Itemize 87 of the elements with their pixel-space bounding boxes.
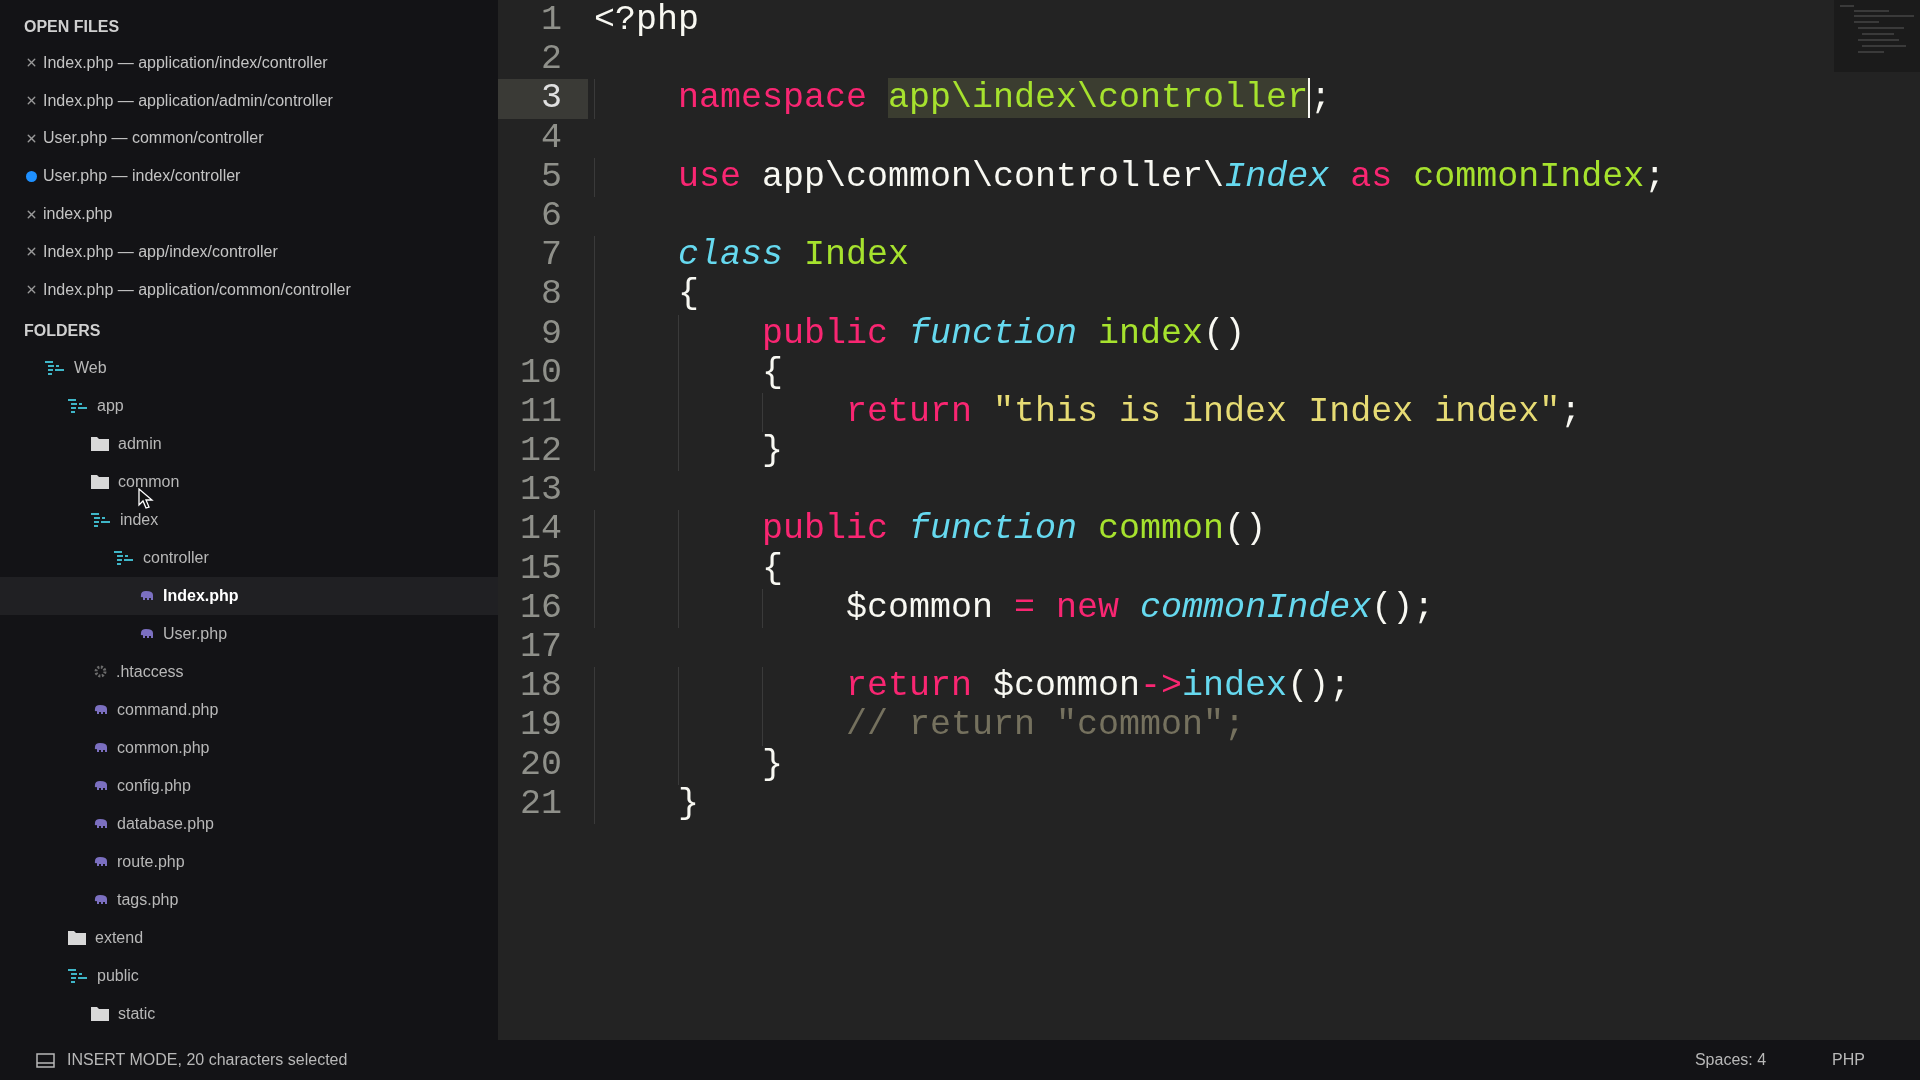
elephant-icon	[140, 590, 154, 601]
line-number: 5	[540, 157, 563, 197]
code-line: // return "common";	[845, 706, 1246, 746]
open-file-item[interactable]: Index.php — application/common/controller	[0, 270, 498, 309]
tree-item[interactable]: common.php	[0, 728, 498, 767]
elephant-icon	[94, 704, 108, 715]
code-line: {	[677, 275, 700, 315]
open-file-item[interactable]: index.php	[0, 195, 498, 233]
code-line: use app\common\controller\Index as commonIndex;	[677, 157, 1666, 197]
line-number: 2	[540, 40, 563, 80]
line-number: 10	[519, 353, 563, 393]
line-number: 1	[540, 1, 563, 41]
code-line: }	[761, 432, 784, 472]
tree-item[interactable]: config.php	[0, 766, 498, 805]
line-number: 21	[519, 784, 563, 824]
tree-item[interactable]: index	[0, 500, 498, 539]
code-line: <?php	[594, 1, 700, 41]
open-file-item[interactable]: Index.php — app/index/controller	[0, 233, 498, 271]
line-number: 6	[540, 196, 563, 237]
open-file-item[interactable]: Index.php — application/index/controller	[0, 44, 498, 82]
tree-item[interactable]: route.php	[0, 842, 498, 881]
line-number: 20	[519, 745, 563, 785]
tree-item[interactable]: .htaccess	[0, 652, 498, 691]
elephant-icon	[94, 818, 108, 829]
line-number: 14	[519, 510, 563, 550]
open-folder-icon	[68, 968, 88, 983]
folder-icon	[91, 1006, 109, 1022]
line-number: 19	[519, 706, 563, 746]
line-number: 9	[540, 314, 563, 354]
section-heading: FOLDERS	[23, 320, 102, 341]
line-number: 15	[519, 549, 563, 589]
line-number: 18	[519, 667, 563, 707]
line-number: 4	[540, 118, 563, 158]
tree-item[interactable]: tags.php	[0, 880, 498, 919]
line-number: 16	[519, 588, 563, 628]
tree-item[interactable]: controller	[0, 538, 498, 577]
elephant-icon	[94, 856, 108, 867]
code-line: }	[761, 745, 784, 785]
open-folder-icon	[114, 550, 134, 565]
code-line: public function common()	[761, 510, 1267, 550]
tree-item[interactable]: admin	[0, 424, 498, 463]
close-icon[interactable]	[25, 132, 38, 145]
tree-item[interactable]: common	[0, 462, 498, 501]
indentation-setting[interactable]: Spaces: 4	[1694, 1048, 1767, 1072]
syntax-setting[interactable]: PHP	[1832, 1048, 1865, 1072]
open-folder-icon	[45, 360, 65, 375]
tree-item[interactable]: Web	[0, 348, 498, 387]
code-line: {	[761, 549, 784, 589]
code-line: class Index	[677, 236, 910, 276]
line-number: 17	[519, 628, 563, 668]
line-number: 3	[498, 79, 588, 119]
tree-item[interactable]: app	[0, 386, 498, 425]
open-file-item[interactable]: User.php — common/controller	[0, 119, 498, 158]
tree-item[interactable]: static	[0, 994, 498, 1033]
code-line: $common = new commonIndex();	[845, 588, 1435, 628]
elephant-icon	[140, 628, 154, 639]
tree-item[interactable]: extend	[0, 918, 498, 957]
line-number: 13	[519, 471, 563, 511]
mouse-pointer-icon	[138, 488, 154, 510]
open-file-item[interactable]: User.php — index/controller	[0, 157, 498, 196]
tree-item[interactable]: User.php	[0, 614, 498, 653]
code-line: return "this is index Index index";	[845, 392, 1582, 433]
tree-item[interactable]: public	[0, 956, 498, 995]
code-line: return $common->index();	[845, 667, 1351, 707]
line-number: 11	[519, 392, 563, 433]
open-folder-icon	[91, 512, 111, 527]
elephant-icon	[94, 894, 108, 905]
panel-icon[interactable]	[36, 1052, 55, 1068]
folder-icon	[91, 436, 109, 452]
tree-item[interactable]: Index.php	[0, 576, 498, 615]
tree-item[interactable]: command.php	[0, 690, 498, 729]
open-file-item[interactable]: Index.php — application/admin/controller	[0, 81, 498, 120]
gear-icon	[94, 665, 107, 679]
code-line: {	[761, 353, 784, 393]
open-folder-icon	[68, 398, 88, 413]
elephant-icon	[94, 742, 108, 753]
code-line: }	[677, 784, 700, 824]
folder-icon	[68, 930, 86, 946]
line-number: 7	[540, 236, 563, 276]
elephant-icon	[94, 780, 108, 791]
code-line: public function index()	[761, 314, 1246, 354]
status-message: INSERT MODE, 20 characters selected	[67, 1050, 348, 1070]
line-number: 8	[540, 275, 563, 315]
section-heading: OPEN FILES	[23, 17, 121, 37]
folder-icon	[91, 474, 109, 490]
tree-item[interactable]: database.php	[0, 804, 498, 843]
line-number: 12	[519, 432, 563, 472]
